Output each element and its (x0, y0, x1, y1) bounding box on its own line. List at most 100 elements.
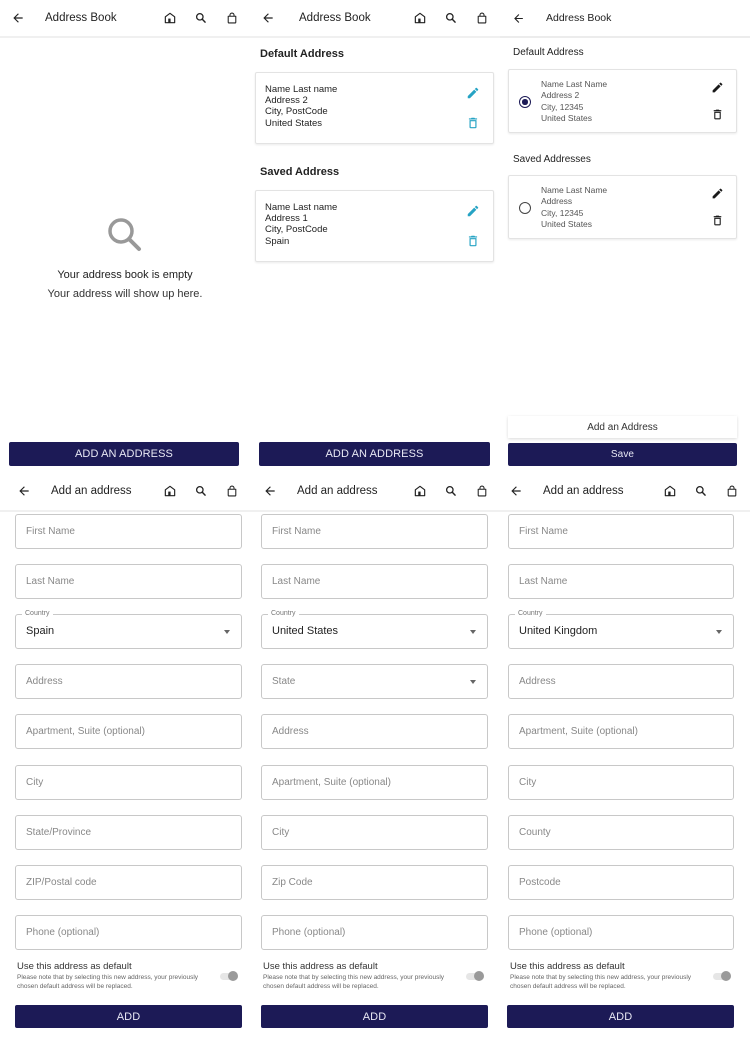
default-address-radio[interactable] (519, 96, 531, 108)
saved-address-radio[interactable] (519, 202, 531, 214)
back-arrow-icon[interactable] (260, 10, 276, 26)
placeholder: Address (519, 676, 556, 687)
placeholder: City (519, 777, 537, 788)
address-input[interactable]: Address (508, 664, 734, 699)
back-arrow-icon[interactable] (10, 10, 26, 26)
address-line: Address 1 (265, 213, 308, 225)
address-input[interactable]: Address (15, 664, 242, 699)
zip-code-input[interactable]: Zip Code (261, 865, 488, 900)
first-name-input[interactable]: First Name (508, 514, 734, 549)
placeholder: Address (26, 676, 63, 687)
first-name-input[interactable]: First Name (15, 514, 242, 549)
placeholder: ZIP/Postal code (26, 877, 97, 888)
default-address-option: Use this address as default Please note … (510, 961, 710, 991)
placeholder: Last Name (26, 576, 75, 587)
search-icon[interactable] (193, 483, 209, 499)
placeholder: Phone (optional) (272, 927, 346, 938)
dropdown-caret-icon (470, 680, 476, 684)
shopping-bag-icon[interactable] (724, 483, 740, 499)
delete-trash-icon[interactable] (466, 234, 480, 248)
store-icon[interactable] (162, 483, 178, 499)
default-address-toggle[interactable] (216, 971, 238, 981)
placeholder: Zip Code (272, 877, 313, 888)
postal-code-input[interactable]: ZIP/Postal code (15, 865, 242, 900)
shopping-bag-icon[interactable] (474, 10, 490, 26)
city-input[interactable]: City (15, 765, 242, 800)
add-button[interactable]: ADD (507, 1005, 734, 1028)
app-header: Address Book (250, 0, 500, 38)
state-select[interactable]: State (261, 664, 488, 699)
country-select[interactable]: Country Spain (15, 610, 242, 649)
search-icon[interactable] (443, 483, 459, 499)
save-button[interactable]: Save (508, 443, 737, 466)
page-title: Address Book (299, 12, 371, 24)
default-address-toggle[interactable] (462, 971, 484, 981)
phone-input[interactable]: Phone (optional) (15, 915, 242, 950)
edit-pencil-icon[interactable] (711, 81, 724, 94)
toggle-knob (721, 971, 731, 981)
add-button[interactable]: ADD (261, 1005, 488, 1028)
apartment-input[interactable]: Apartment, Suite (optional) (508, 714, 734, 749)
default-option-heading: Use this address as default (510, 961, 625, 972)
page-title: Add an address (51, 485, 132, 497)
back-arrow-icon[interactable] (510, 10, 526, 26)
store-icon[interactable] (412, 10, 428, 26)
placeholder: Address (272, 726, 309, 737)
edit-pencil-icon[interactable] (711, 187, 724, 200)
placeholder: Last Name (519, 576, 568, 587)
default-option-note: Please note that by selecting this new a… (263, 974, 445, 990)
phone-input[interactable]: Phone (optional) (261, 915, 488, 950)
default-address-toggle[interactable] (709, 971, 731, 981)
postcode-input[interactable]: Postcode (508, 865, 734, 900)
country-value: United States (272, 625, 339, 637)
address-input[interactable]: Address (261, 714, 488, 749)
back-arrow-icon[interactable] (262, 483, 278, 499)
country-select[interactable]: Country United Kingdom (508, 610, 734, 649)
state-province-input[interactable]: State/Province (15, 815, 242, 850)
shopping-bag-icon[interactable] (224, 483, 240, 499)
last-name-input[interactable]: Last Name (261, 564, 488, 599)
delete-trash-icon[interactable] (711, 108, 724, 121)
country-select[interactable]: Country United States (261, 610, 488, 649)
phone-input[interactable]: Phone (optional) (508, 915, 734, 950)
store-icon[interactable] (162, 10, 178, 26)
back-arrow-icon[interactable] (508, 483, 524, 499)
default-address-heading: Default Address (513, 47, 584, 58)
last-name-input[interactable]: Last Name (508, 564, 734, 599)
search-icon[interactable] (443, 10, 459, 26)
add-button[interactable]: ADD (15, 1005, 242, 1028)
address-country: Spain (265, 235, 290, 247)
city-input[interactable]: City (508, 765, 734, 800)
county-input[interactable]: County (508, 815, 734, 850)
apartment-input[interactable]: Apartment, Suite (optional) (15, 714, 242, 749)
add-an-address-button[interactable]: ADD AN ADDRESS (9, 442, 239, 466)
default-address-card[interactable]: Name Last Name Address 2 City, 12345 Uni… (508, 69, 737, 133)
app-header: Address Book (0, 0, 250, 38)
city-input[interactable]: City (261, 815, 488, 850)
address-name: Name Last name (265, 84, 338, 95)
last-name-input[interactable]: Last Name (15, 564, 242, 599)
store-icon[interactable] (662, 483, 678, 499)
add-an-address-button[interactable]: ADD AN ADDRESS (259, 442, 490, 466)
placeholder: First Name (272, 526, 321, 537)
edit-pencil-icon[interactable] (466, 204, 480, 218)
apartment-input[interactable]: Apartment, Suite (optional) (261, 765, 488, 800)
search-icon[interactable] (693, 483, 709, 499)
saved-address-card[interactable]: Name Last Name Address City, 12345 Unite… (508, 175, 737, 239)
address-country: United States (541, 113, 593, 124)
placeholder: State (272, 676, 296, 687)
first-name-input[interactable]: First Name (261, 514, 488, 549)
delete-trash-icon[interactable] (466, 116, 480, 130)
delete-trash-icon[interactable] (711, 214, 724, 227)
back-arrow-icon[interactable] (16, 483, 32, 499)
add-an-address-button[interactable]: Add an Address (508, 416, 737, 438)
shopping-bag-icon[interactable] (474, 483, 490, 499)
address-line: Address 2 (265, 95, 308, 107)
shopping-bag-icon[interactable] (224, 10, 240, 26)
address-city: City, PostCode (265, 224, 328, 236)
screen-add-address-uk: Add an address First Name Last Name Coun… (500, 470, 750, 1055)
store-icon[interactable] (412, 483, 428, 499)
search-icon[interactable] (193, 10, 209, 26)
address-country: United States (541, 219, 593, 230)
edit-pencil-icon[interactable] (466, 86, 480, 100)
